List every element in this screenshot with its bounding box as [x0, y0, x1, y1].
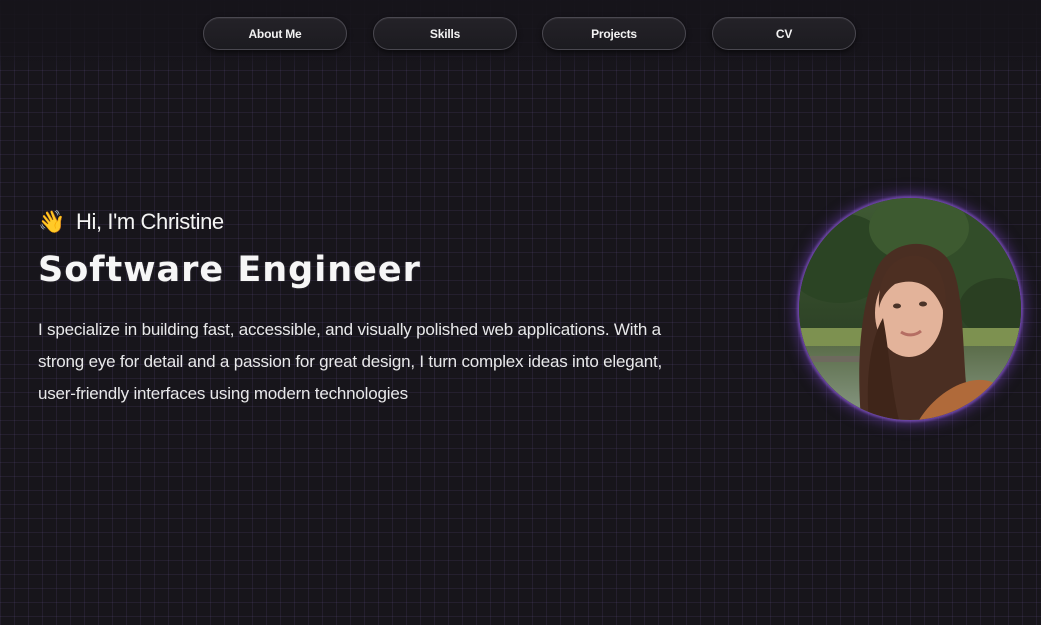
greeting-text: Hi, I'm Christine	[76, 209, 224, 234]
profile-photo-icon	[799, 198, 1021, 420]
hero-section: 👋 Hi, I'm Christine Software Engineer I …	[38, 206, 738, 410]
nav-about-me-button[interactable]: About Me	[203, 17, 347, 50]
page: About Me Skills Projects CV 👋 Hi, I'm Ch…	[0, 0, 1041, 625]
intro-paragraph: I specialize in building fast, accessibl…	[38, 320, 663, 403]
nav-skills-button[interactable]: Skills	[373, 17, 517, 50]
nav-projects-button[interactable]: Projects	[542, 17, 686, 50]
waving-hand-icon: 👋	[38, 209, 65, 234]
profile-photo	[799, 198, 1021, 420]
nav-cv-button[interactable]: CV	[712, 17, 856, 50]
greeting: 👋 Hi, I'm Christine	[38, 206, 738, 238]
job-title: Software Engineer	[38, 250, 421, 290]
main-nav: About Me Skills Projects CV	[0, 17, 1041, 51]
top-navigation-bar: About Me Skills Projects CV	[0, 0, 1041, 70]
